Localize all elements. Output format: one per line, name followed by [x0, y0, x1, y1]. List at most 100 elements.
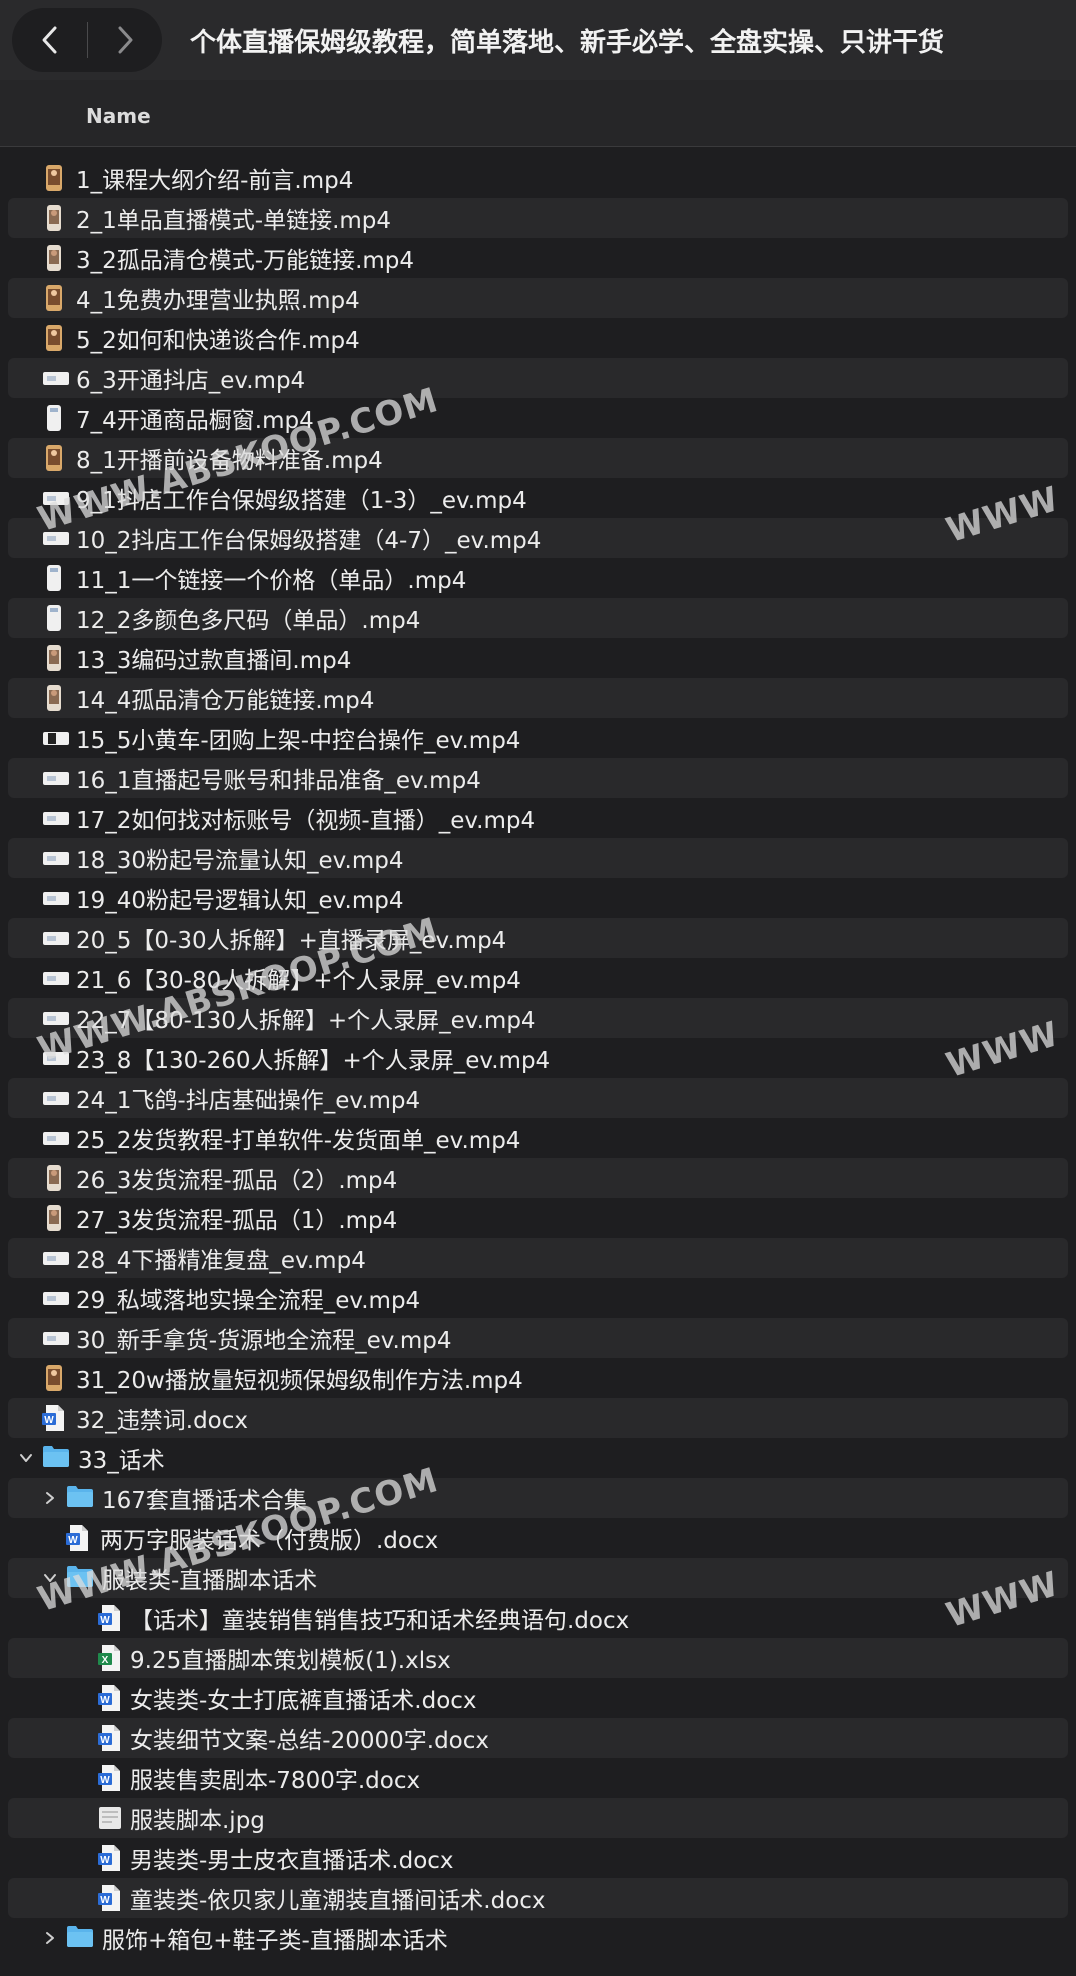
word-document-icon: W	[98, 1604, 122, 1632]
folder-row[interactable]: 服装类-直播脚本话术	[8, 1558, 1068, 1598]
file-row[interactable]: W 男装类-男士皮衣直播话术.docx	[8, 1838, 1068, 1878]
file-row[interactable]: W 服装售卖剧本-7800字.docx	[8, 1758, 1068, 1798]
file-row[interactable]: 25_2发货教程-打单软件-发货面单_ev.mp4	[8, 1118, 1068, 1158]
video-thumbnail-icon	[42, 364, 69, 392]
file-row[interactable]: 28_4下播精准复盘_ev.mp4	[8, 1238, 1068, 1278]
file-name: 7_4开通商品橱窗.mp4	[76, 408, 314, 434]
video-thumbnail-icon	[42, 764, 69, 792]
file-name: 13_3编码过款直播间.mp4	[76, 648, 352, 674]
file-row[interactable]: 21_6【30-80人拆解】+个人录屏_ev.mp4	[8, 958, 1068, 998]
file-row[interactable]: 5_2如何和快递谈合作.mp4	[8, 318, 1068, 358]
file-row[interactable]: X 9.25直播脚本策划模板(1).xlsx	[8, 1638, 1068, 1678]
file-row[interactable]: W 女装细节文案-总结-20000字.docx	[8, 1718, 1068, 1758]
file-row[interactable]: 9_1抖店工作台保姆级搭建（1-3）_ev.mp4	[8, 478, 1068, 518]
file-name: 14_4孤品清仓万能链接.mp4	[76, 688, 375, 714]
file-row[interactable]: 29_私域落地实操全流程_ev.mp4	[8, 1278, 1068, 1318]
file-name: 两万字服装话术（付费版）.docx	[100, 1528, 439, 1554]
video-thumbnail-icon	[42, 604, 66, 632]
file-row[interactable]: 19_40粉起号逻辑认知_ev.mp4	[8, 878, 1068, 918]
back-button[interactable]	[12, 8, 87, 72]
file-name: 29_私域落地实操全流程_ev.mp4	[76, 1288, 421, 1314]
file-row[interactable]: W 32_违禁词.docx	[8, 1398, 1068, 1438]
file-name: 8_1开播前设备物料准备.mp4	[76, 448, 383, 474]
file-row[interactable]: 14_4孤品清仓万能链接.mp4	[8, 678, 1068, 718]
video-thumbnail-icon	[42, 1364, 66, 1392]
folder-row[interactable]: 服饰+箱包+鞋子类-直播脚本话术	[8, 1918, 1068, 1958]
image-file-icon	[98, 1804, 122, 1832]
file-row[interactable]: 26_3发货流程-孤品（2）.mp4	[8, 1158, 1068, 1198]
video-thumbnail-icon	[42, 1124, 69, 1152]
svg-text:W: W	[100, 1895, 110, 1906]
file-name: 18_30粉起号流量认知_ev.mp4	[76, 848, 404, 874]
file-row[interactable]: 24_1飞鸽-抖店基础操作_ev.mp4	[8, 1078, 1068, 1118]
disclosure-chevron-right-icon[interactable]	[40, 1928, 60, 1948]
file-name: 23_8【130-260人拆解】+个人录屏_ev.mp4	[76, 1048, 551, 1074]
file-row[interactable]: W 两万字服装话术（付费版）.docx	[8, 1518, 1068, 1558]
file-row[interactable]: 20_5【0-30人拆解】+直播录屏_ev.mp4	[8, 918, 1068, 958]
file-name: 15_5小黄车-团购上架-中控台操作_ev.mp4	[76, 728, 521, 754]
video-thumbnail-icon	[42, 324, 66, 352]
folder-row[interactable]: 167套直播话术合集	[8, 1478, 1068, 1518]
file-name: 167套直播话术合集	[102, 1488, 307, 1514]
disclosure-chevron-down-icon[interactable]	[16, 1448, 36, 1468]
video-thumbnail-icon	[42, 1244, 69, 1272]
file-row[interactable]: 31_20w播放量短视频保姆级制作方法.mp4	[8, 1358, 1068, 1398]
file-row[interactable]: 22_7【80-130人拆解】+个人录屏_ev.mp4	[8, 998, 1068, 1038]
file-row[interactable]: 30_新手拿货-货源地全流程_ev.mp4	[8, 1318, 1068, 1358]
video-thumbnail-icon	[42, 524, 69, 552]
video-thumbnail-icon	[42, 684, 66, 712]
file-name: 19_40粉起号逻辑认知_ev.mp4	[76, 888, 404, 914]
file-row[interactable]: 1_课程大纲介绍-前言.mp4	[8, 158, 1068, 198]
file-row[interactable]: 4_1免费办理营业执照.mp4	[8, 278, 1068, 318]
file-name: 10_2抖店工作台保姆级搭建（4-7）_ev.mp4	[76, 528, 542, 554]
file-name: 28_4下播精准复盘_ev.mp4	[76, 1248, 366, 1274]
file-row[interactable]: 7_4开通商品橱窗.mp4	[8, 398, 1068, 438]
file-row[interactable]: 13_3编码过款直播间.mp4	[8, 638, 1068, 678]
file-name: 9_1抖店工作台保姆级搭建（1-3）_ev.mp4	[76, 488, 527, 514]
chevron-right-icon	[118, 26, 132, 54]
file-row[interactable]: W 【话术】童装销售销售技巧和话术经典语句.docx	[8, 1598, 1068, 1638]
file-name: 9.25直播脚本策划模板(1).xlsx	[130, 1648, 451, 1674]
file-row[interactable]: 23_8【130-260人拆解】+个人录屏_ev.mp4	[8, 1038, 1068, 1078]
column-header[interactable]: Name	[0, 80, 1076, 147]
file-name: 3_2孤品清仓模式-万能链接.mp4	[76, 248, 415, 274]
file-row[interactable]: 2_1单品直播模式-单链接.mp4	[8, 198, 1068, 238]
disclosure-chevron-right-icon[interactable]	[40, 1488, 60, 1508]
video-thumbnail-icon	[42, 724, 69, 752]
svg-text:W: W	[44, 1415, 54, 1426]
file-row[interactable]: W 女装类-女士打底裤直播话术.docx	[8, 1678, 1068, 1718]
title-bar: 个体直播保姆级教程，简单落地、新手必学、全盘实操、只讲干货	[0, 0, 1076, 81]
file-row[interactable]: 6_3开通抖店_ev.mp4	[8, 358, 1068, 398]
video-thumbnail-icon	[42, 884, 69, 912]
file-name: 25_2发货教程-打单软件-发货面单_ev.mp4	[76, 1128, 521, 1154]
disclosure-chevron-down-icon[interactable]	[40, 1568, 60, 1588]
file-row[interactable]: 17_2如何找对标账号（视频-直播）_ev.mp4	[8, 798, 1068, 838]
file-row[interactable]: 27_3发货流程-孤品（1）.mp4	[8, 1198, 1068, 1238]
file-row[interactable]: 3_2孤品清仓模式-万能链接.mp4	[8, 238, 1068, 278]
word-document-icon: W	[42, 1404, 66, 1432]
word-document-icon: W	[98, 1884, 122, 1912]
file-name: 32_违禁词.docx	[76, 1408, 249, 1434]
video-thumbnail-icon	[42, 924, 69, 952]
svg-text:W: W	[100, 1735, 110, 1746]
file-row[interactable]: 服装脚本.jpg	[8, 1798, 1068, 1838]
svg-text:W: W	[100, 1615, 110, 1626]
file-name: 6_3开通抖店_ev.mp4	[76, 368, 306, 394]
file-row[interactable]: 8_1开播前设备物料准备.mp4	[8, 438, 1068, 478]
folder-row[interactable]: 33_话术	[8, 1438, 1068, 1478]
forward-button[interactable]	[87, 8, 162, 72]
video-thumbnail-icon	[42, 1044, 69, 1072]
file-row[interactable]: 16_1直播起号账号和排品准备_ev.mp4	[8, 758, 1068, 798]
file-name: 33_话术	[78, 1448, 165, 1474]
file-row[interactable]: 12_2多颜色多尺码（单品）.mp4	[8, 598, 1068, 638]
video-thumbnail-icon	[42, 404, 66, 432]
video-thumbnail-icon	[42, 644, 66, 672]
file-row[interactable]: 10_2抖店工作台保姆级搭建（4-7）_ev.mp4	[8, 518, 1068, 558]
video-thumbnail-icon	[42, 804, 69, 832]
file-row[interactable]: 18_30粉起号流量认知_ev.mp4	[8, 838, 1068, 878]
file-row[interactable]: 15_5小黄车-团购上架-中控台操作_ev.mp4	[8, 718, 1068, 758]
file-row[interactable]: 11_1一个链接一个价格（单品）.mp4	[8, 558, 1068, 598]
file-name: 21_6【30-80人拆解】+个人录屏_ev.mp4	[76, 968, 521, 994]
name-column-header[interactable]: Name	[86, 104, 151, 128]
file-row[interactable]: W 童装类-依贝家儿童潮装直播间话术.docx	[8, 1878, 1068, 1918]
